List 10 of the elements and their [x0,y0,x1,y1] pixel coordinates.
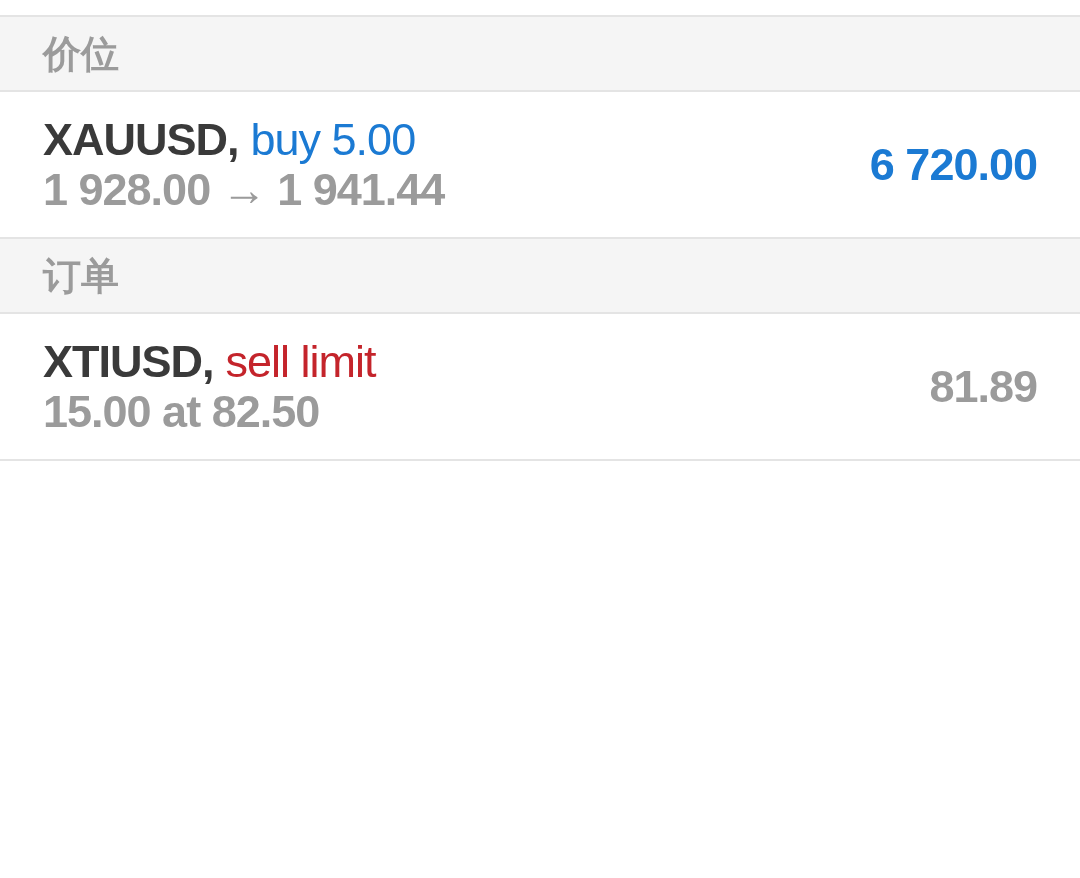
section-title: 订单 [43,256,119,295]
profit-value: 6 720.00 [869,140,1037,190]
order-type-label: sell limit [225,337,376,387]
price-detail: 1 928.00 → 1 941.44 [43,165,445,215]
symbol-label: XAUUSD, [43,115,239,165]
price-value: 81.89 [929,362,1037,412]
symbol-label: XTIUSD, [43,337,214,387]
section-title: 价位 [43,34,119,73]
price-detail: 15.00 at 82.50 [43,387,320,437]
order-type-label: buy 5.00 [250,115,416,165]
